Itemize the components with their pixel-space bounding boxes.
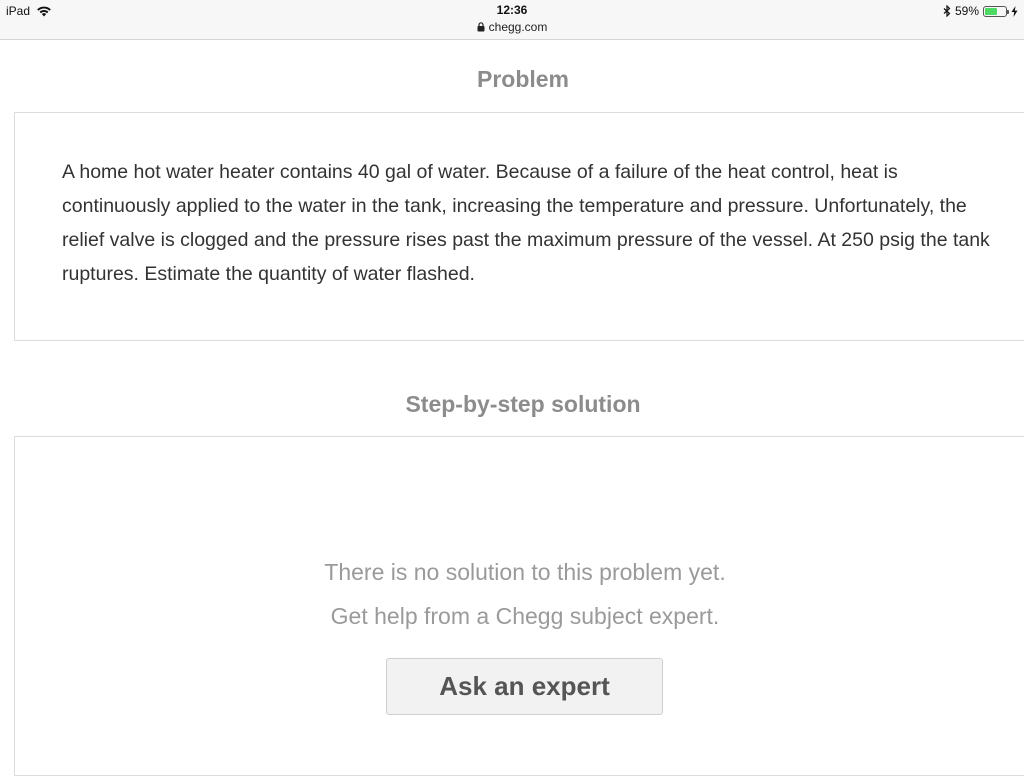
address-bar[interactable]: chegg.com — [0, 20, 1024, 34]
battery-icon — [983, 5, 1009, 17]
status-time: 12:36 — [496, 3, 528, 17]
expert-help-message: Get help from a Chegg subject expert. — [330, 603, 720, 629]
lock-icon — [477, 22, 485, 32]
battery-level-fill — [985, 7, 997, 15]
bluetooth-icon — [943, 5, 951, 17]
url-text: chegg.com — [488, 20, 548, 34]
problem-text: A home hot water heater contains 40 gal … — [62, 161, 990, 285]
no-solution-message: There is no solution to this problem yet… — [324, 559, 726, 585]
solution-panel: There is no solution to this problem yet… — [14, 436, 1024, 776]
solution-heading: Step-by-step solution — [405, 391, 641, 417]
battery-nub — [1007, 9, 1009, 14]
problem-panel: A home hot water heater contains 40 gal … — [14, 112, 1024, 341]
status-bar: iPad 12:36 chegg.com 59% — [0, 0, 1024, 40]
ask-an-expert-button[interactable]: Ask an expert — [386, 658, 663, 715]
battery-percent: 59% — [954, 4, 979, 18]
status-bar-right: 59% — [943, 3, 1018, 19]
problem-heading: Problem — [476, 66, 570, 92]
charging-icon — [1011, 5, 1018, 17]
